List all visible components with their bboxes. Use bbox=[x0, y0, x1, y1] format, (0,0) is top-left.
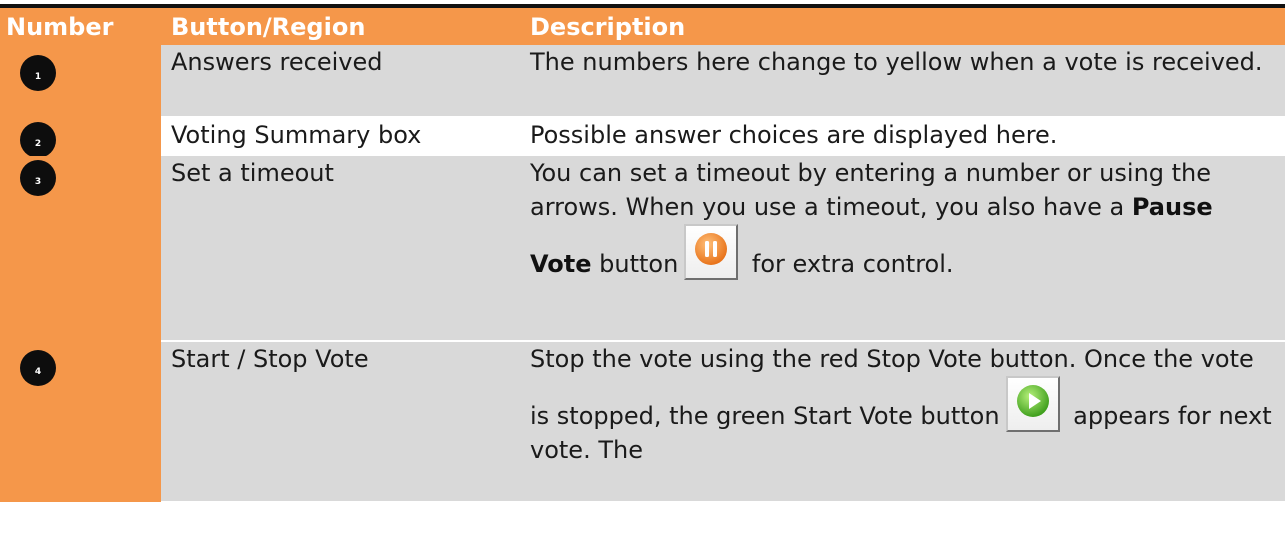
table-row: 3 Set a timeout You can set a timeout by… bbox=[0, 155, 1285, 342]
number-bullet: 4 bbox=[20, 350, 56, 386]
table-row: 1 Answers received The numbers here chan… bbox=[0, 45, 1285, 118]
number-cell: 3 bbox=[0, 155, 161, 342]
description-text: You can set a timeout by entering a numb… bbox=[530, 159, 1212, 221]
number-bullet: 3 bbox=[20, 160, 56, 196]
number-bullet: 2 bbox=[20, 122, 56, 158]
start-vote-button bbox=[1005, 376, 1060, 432]
description-cell: You can set a timeout by entering a numb… bbox=[520, 155, 1285, 342]
header-button-region: Button/Region bbox=[161, 8, 520, 45]
number-cell: 1 bbox=[0, 45, 161, 118]
pause-vote-button bbox=[684, 224, 739, 280]
button-region-table: Number Button/Region Description 1 Answe… bbox=[0, 8, 1285, 502]
header-number: Number bbox=[0, 8, 161, 45]
number-bullet: 1 bbox=[20, 55, 56, 91]
start-vote-icon bbox=[1016, 385, 1049, 417]
pause-vote-icon bbox=[695, 233, 728, 265]
table-row: 2 Voting Summary box Possible answer cho… bbox=[0, 117, 1285, 158]
description-text: for extra control. bbox=[744, 250, 954, 278]
region-cell: Answers received bbox=[161, 45, 520, 118]
table-header-row: Number Button/Region Description bbox=[0, 8, 1285, 45]
description-cell: Stop the vote using the red Stop Vote bu… bbox=[520, 341, 1285, 501]
number-cell: 4 bbox=[0, 341, 161, 502]
header-description: Description bbox=[520, 8, 1285, 45]
number-cell: 2 bbox=[0, 117, 161, 158]
description-cell: Possible answer choices are displayed he… bbox=[520, 117, 1285, 156]
description-cell: The numbers here change to yellow when a… bbox=[520, 45, 1285, 118]
region-cell: Set a timeout bbox=[161, 155, 520, 342]
table-row: 4 Start / Stop Vote Stop the vote using … bbox=[0, 341, 1285, 502]
region-cell: Voting Summary box bbox=[161, 117, 520, 156]
description-text: button bbox=[591, 250, 679, 278]
region-cell: Start / Stop Vote bbox=[161, 341, 520, 501]
